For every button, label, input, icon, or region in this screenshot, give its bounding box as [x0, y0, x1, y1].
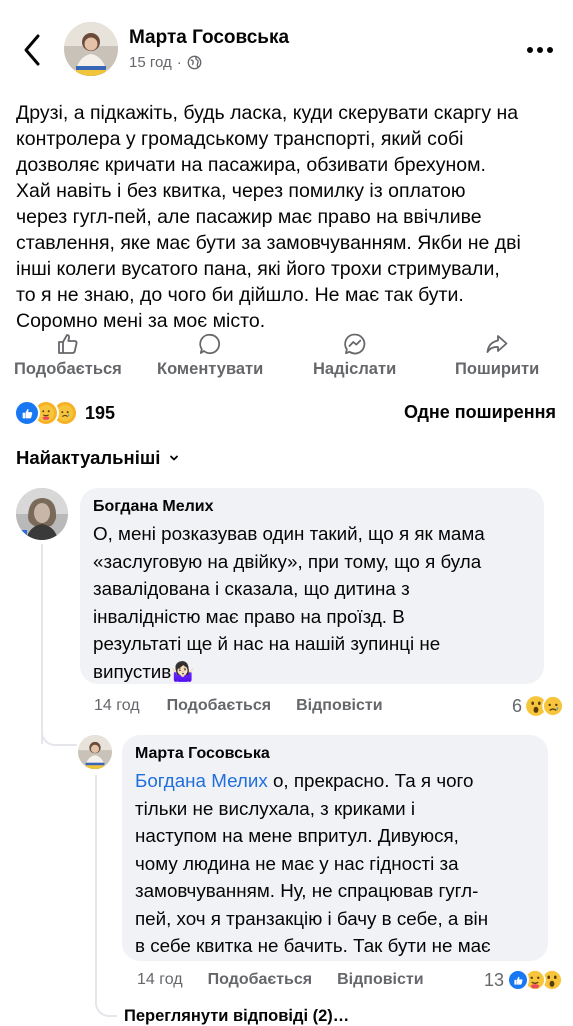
post-text-line: інші колеги вусатого пана, які його трох… [16, 258, 500, 280]
post-text-line: через гугл-пей, але пасажир має право на… [16, 206, 482, 228]
reaction-count: 195 [85, 402, 116, 423]
comment-bubble: Богдана Мелих О, мені розказував один та… [80, 488, 544, 684]
comment-like-button[interactable]: Подобається [167, 697, 272, 715]
reply-text: Богдана Мелих о, прекрасно. Та я чого ті… [135, 767, 545, 960]
comment-reply-button[interactable]: Відповісти [296, 697, 382, 715]
comment-meta: 14 год Подобається Відповісти 6 [94, 695, 564, 717]
like-label: Подобається [14, 360, 122, 378]
post-text-line: дозволяє кричати на пасажира, обзивати б… [16, 154, 486, 176]
share-count[interactable]: Одне поширення [404, 402, 556, 423]
comment-sort-dropdown[interactable]: Найактуальніші [16, 447, 180, 469]
commenter-name[interactable]: Богдана Мелих [93, 498, 214, 516]
messenger-icon [343, 333, 365, 355]
comment-text-line: інвалідністю має право на проїзд. В [93, 605, 405, 627]
comment-time[interactable]: 14 год [94, 697, 140, 715]
mention-link[interactable]: Богдана Мелих [135, 770, 268, 791]
comment-text: О, мені розказував один такий, що я як м… [93, 520, 538, 685]
back-button[interactable] [14, 30, 50, 70]
comment-button[interactable]: Коментувати [157, 332, 263, 379]
comment-text-line: завалідована і сказала, що дитина з [93, 578, 410, 599]
send-button[interactable]: Надіслати [313, 332, 396, 379]
like-button[interactable]: Подобається [14, 332, 122, 379]
reply-author-name[interactable]: Марта Госовська [135, 745, 270, 763]
comment-text-line: випустив🤷🏻‍♀️ [93, 660, 195, 682]
author-avatar[interactable] [64, 22, 118, 76]
reply-reply-button[interactable]: Відповісти [337, 971, 423, 989]
reply-bubble: Марта Госовська Богдана Мелих о, прекрас… [122, 735, 548, 961]
post-text-line: то я не знаю, до чого би дійшло. Не має … [16, 284, 464, 306]
reply-thread-branch [95, 995, 117, 1017]
more-options-button[interactable] [522, 32, 558, 68]
post-text-line: ставлення, яке має бути за замовчуванням… [16, 232, 521, 254]
reply-text-line: наступом на мене впритул. Дивуюся, [135, 825, 459, 846]
reply-text-line: пей, хоч я транзакцію і бачу в себе, а в… [135, 907, 489, 929]
reply-text-line: в себе квитка не бачить. Так бути не має [135, 935, 491, 956]
comment-label: Коментувати [157, 360, 264, 378]
reply-text-segment: о, прекрасно. Та я чого [267, 770, 474, 791]
sort-label: Найактуальніші [16, 447, 161, 468]
reply-author-avatar[interactable] [78, 735, 112, 769]
view-replies-link[interactable]: Переглянути відповіді (2)… [124, 1007, 349, 1026]
reactions-summary[interactable]: 195 [14, 400, 115, 426]
chevron-left-icon [24, 34, 40, 66]
person-photo-icon [64, 22, 118, 76]
reply-meta: 14 год Подобається Відповісти 13 [137, 969, 563, 991]
post-text-line: контролера у громадському транспорті, як… [16, 128, 464, 150]
like-reaction-icon [14, 400, 40, 426]
share-arrow-icon [486, 335, 508, 353]
sad-reaction-icon [542, 695, 564, 717]
thumbs-up-icon [57, 334, 78, 354]
post-time[interactable]: 15 год [129, 54, 172, 71]
reply-thread-line [95, 775, 117, 1005]
reply-text-line: тільки не вислухала, з криками і [135, 797, 416, 819]
post-text: Друзі, а підкажіть, будь ласка, куди ске… [16, 100, 561, 334]
meta-separator: · [176, 54, 182, 71]
reply-text-line: замовчуванням. Ну, не спрацював гугл- [135, 880, 479, 901]
chevron-down-icon [170, 455, 179, 461]
globe-icon [187, 55, 202, 70]
post-action-bar: Подобається Коментувати Надіслати Пошири… [0, 332, 573, 382]
reply-text-line: чому людина не має у нас гідності за [135, 852, 459, 874]
comment-reactions[interactable]: 6 [512, 695, 564, 717]
like-reaction-icon [507, 969, 529, 991]
person-photo-icon [16, 488, 68, 540]
share-label: Поширити [455, 360, 540, 378]
reply-text-line: Богдана Мелих о, прекрасно. Та я чого [135, 767, 545, 795]
comment-bubble-icon [199, 333, 221, 355]
reply-time[interactable]: 14 год [137, 971, 183, 989]
share-button[interactable]: Поширити [455, 332, 539, 379]
reply-like-button[interactable]: Подобається [208, 971, 313, 989]
post-text-line: Друзі, а підкажіть, будь ласка, куди ске… [16, 102, 519, 124]
thread-branch [41, 724, 77, 746]
comment-reaction-count: 6 [511, 695, 522, 716]
reply-reactions[interactable]: 13 [484, 969, 563, 991]
comment-text-line: «заслуговую на двійку», при тому, що я б… [93, 550, 482, 572]
post-text-line: Соромно мені за моє місто. [16, 310, 266, 332]
comment-text-line: О, мені розказував один такий, що я як м… [93, 523, 485, 544]
more-horizontal-icon [527, 47, 553, 53]
post-meta: 15 год · [129, 54, 202, 71]
author-name[interactable]: Марта Госовська [129, 27, 289, 49]
person-photo-icon [78, 735, 112, 769]
commenter-avatar[interactable] [16, 488, 68, 540]
send-label: Надіслати [313, 360, 397, 378]
comment-text-line: результаті ще й нас на нашій зупинці не [93, 633, 441, 654]
reply-reaction-count: 13 [483, 969, 504, 990]
thread-line [41, 544, 83, 744]
post-text-line: Хай навіть і без квитка, через помилку і… [16, 180, 466, 202]
